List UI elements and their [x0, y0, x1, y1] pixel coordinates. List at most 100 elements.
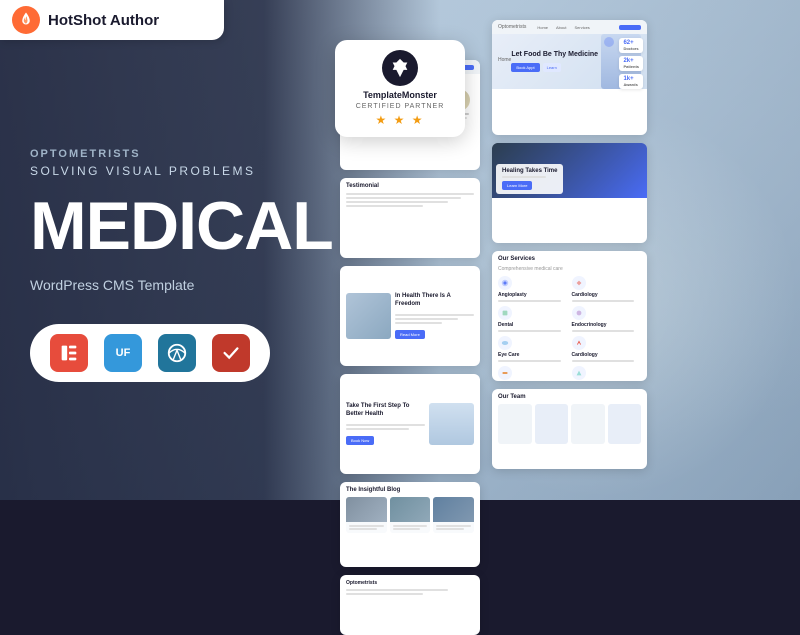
health-text: Take The First Step To Better Health Boo…: [346, 403, 425, 445]
hero-header: Optometrists Home About Services: [492, 20, 647, 34]
preview-col-left: Optometrists Our Team: [340, 60, 480, 635]
blog-img: [433, 497, 474, 522]
health-title: Take The First Step To Better Health: [346, 403, 425, 419]
hero-main-title: Let Food Be Thy Medicine: [511, 51, 601, 59]
tm-badge: TemplateMonster CERTIFIED PARTNER ★ ★ ★: [335, 40, 465, 137]
healing-line: [502, 176, 546, 178]
service-icon: [498, 276, 512, 290]
text-line: [346, 197, 461, 199]
service-item: Cardiology: [572, 276, 642, 302]
subtitle-top: Optometrists: [30, 148, 310, 160]
main-title: MEDICAL: [30, 194, 310, 259]
text-line: [346, 593, 423, 595]
hero-cta-btn: [619, 25, 641, 30]
article-text: In Health There Is A Freedom Read More: [395, 293, 474, 339]
plugin-uf-icon: UF: [104, 334, 142, 372]
service-item: Dental: [498, 306, 568, 332]
text-line: [346, 205, 423, 207]
testimonial-lines: [346, 193, 474, 207]
preview-healing-block: Healing Takes Time Learn More: [492, 143, 647, 243]
service-icon: [498, 306, 512, 320]
tm-stars: ★ ★ ★: [376, 113, 425, 127]
text-line: [349, 525, 384, 527]
services-grid: Angioplasty Cardiology: [498, 276, 641, 381]
article-title: In Health There Is A Freedom: [395, 293, 474, 309]
service-desc-line: [572, 300, 635, 302]
hero-secondary-btn: Learn: [543, 63, 561, 72]
ourteam-title: Our Team: [498, 394, 641, 400]
circle-deco: [604, 37, 614, 47]
blog-item: [433, 497, 474, 533]
team-thumb: [498, 404, 532, 444]
preview-hero-block: Optometrists Home About Services Home Le…: [492, 20, 647, 135]
text-line: [395, 322, 442, 324]
health-inner: Take The First Step To Better Health Boo…: [346, 403, 474, 445]
article-btn: Read More: [395, 330, 425, 339]
team-thumb: [571, 404, 605, 444]
article-image: [346, 293, 391, 339]
header-bar: HotShot Author: [0, 0, 224, 40]
service-name: Cardiology: [572, 292, 642, 298]
service-name: Angioplasty: [498, 292, 568, 298]
hero-buttons: Book Appt Learn: [511, 63, 601, 72]
health-content: Take The First Step To Better Health Boo…: [340, 374, 480, 474]
text-line: [393, 525, 428, 527]
stat-pill-2: 2k+ Patients: [619, 56, 643, 71]
team-thumb: [535, 404, 569, 444]
service-item: Dermatology: [572, 366, 642, 381]
healing-image: Healing Takes Time Learn More: [492, 143, 647, 198]
blog-item-text: [433, 522, 474, 533]
blog-img: [346, 497, 387, 522]
text-line: [346, 428, 409, 430]
stat-pill-1: 62+ Doctors: [619, 38, 643, 53]
stat-pill-3: 1k+ Awards: [619, 74, 643, 89]
ourteam-members: [498, 404, 641, 444]
healing-title: Healing Takes Time: [502, 168, 557, 174]
footer-brand: Optometrists: [346, 580, 474, 586]
healing-text-card: Healing Takes Time Learn More: [496, 164, 563, 194]
team-thumb: [608, 404, 642, 444]
health-lines: [346, 424, 425, 430]
blog-img: [390, 497, 431, 522]
nav-links: Home About Services: [537, 25, 589, 30]
testimonial-title: Testimonial: [346, 183, 474, 189]
plugin-quix-icon: [212, 334, 250, 372]
text-line: [395, 314, 474, 316]
stats-panel: 62+ Doctors 2k+ Patients 1k+ Awards: [619, 38, 643, 89]
service-desc-line: [498, 360, 561, 362]
service-icon: [498, 336, 512, 350]
service-desc-line: [498, 300, 561, 302]
preview-blog-block: The Insightful Blog: [340, 482, 480, 567]
text-line: [346, 424, 425, 426]
text-line: [346, 589, 448, 591]
healing-overlay-full: Healing Takes Time Learn More: [492, 143, 647, 198]
footer-lines: [346, 589, 474, 595]
footer-content: Optometrists: [340, 575, 480, 600]
ourteam-content: Our Team: [492, 389, 647, 449]
testimonial-content: Testimonial: [340, 178, 480, 212]
healing-btn: Learn More: [502, 181, 532, 190]
healing-inner: Healing Takes Time Learn More: [492, 143, 647, 243]
health-image: [429, 403, 474, 445]
preview-article-block: In Health There Is A Freedom Read More: [340, 266, 480, 366]
preview-ourteam-block: Our Team: [492, 389, 647, 469]
text-line: [349, 528, 377, 530]
services-content: Our Services Comprehensive medical care …: [492, 251, 647, 381]
blog-title: The Insightful Blog: [346, 487, 474, 493]
hero-image-area: Home Let Food Be Thy Medicine Book Appt …: [492, 34, 647, 89]
blog-item-text: [390, 522, 431, 533]
preview-col-right: Optometrists Home About Services Home Le…: [492, 20, 647, 469]
plugins-bar: UF: [30, 324, 270, 382]
service-desc-line: [572, 360, 635, 362]
preview-testimonial-block: Testimonial: [340, 178, 480, 258]
service-item: Angioplasty: [498, 276, 568, 302]
service-name: Dental: [498, 322, 568, 328]
article-lines: [395, 314, 474, 324]
brand-logo-icon: [12, 6, 40, 34]
plugin-wp-icon: [158, 334, 196, 372]
service-icon: [572, 366, 586, 380]
tm-logo: [382, 50, 418, 86]
text-line: [436, 528, 464, 530]
description: WordPress CMS Template: [30, 275, 310, 296]
text-line: [346, 201, 448, 203]
